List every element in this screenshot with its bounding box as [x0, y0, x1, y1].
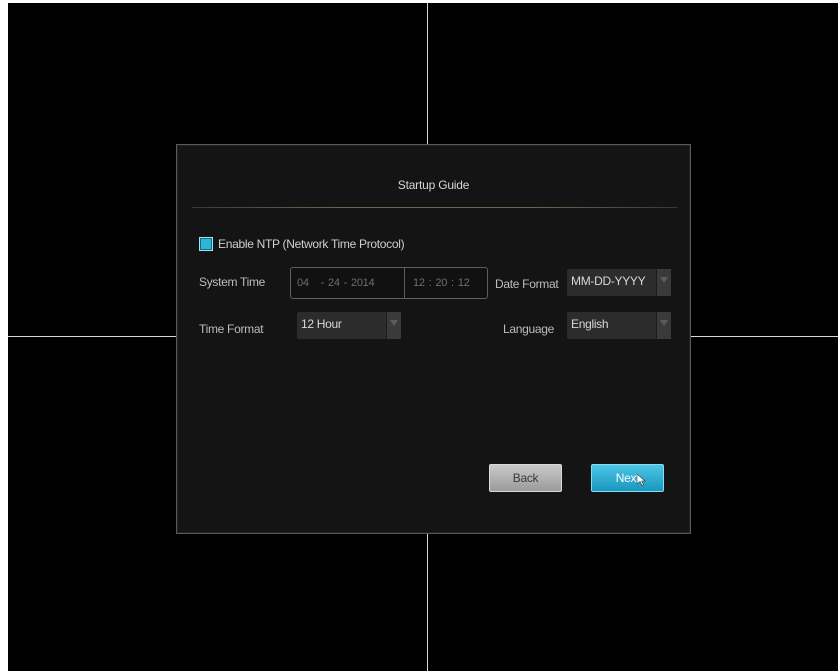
chevron-down-icon[interactable]	[656, 312, 671, 339]
startup-guide-dialog: Startup Guide Enable NTP (Network Time P…	[176, 144, 691, 534]
checkbox-checked-icon[interactable]	[199, 237, 213, 251]
month-value[interactable]: 04	[297, 277, 309, 289]
ntp-option[interactable]: Enable NTP (Network Time Protocol)	[199, 237, 405, 251]
date-input[interactable]: 04 - 24 - 2014	[291, 268, 405, 298]
system-time-label: System Time	[199, 275, 266, 289]
chevron-down-icon[interactable]	[386, 312, 401, 339]
system-time-field[interactable]: 04 - 24 - 2014 12 : 20 : 12	[290, 267, 488, 299]
next-button-label: Next	[615, 471, 640, 485]
time-separator: :	[451, 277, 454, 289]
chevron-down-icon[interactable]	[656, 269, 671, 296]
minute-value[interactable]: 20	[435, 277, 447, 289]
year-value[interactable]: 2014	[351, 277, 375, 289]
day-value[interactable]: 24	[328, 277, 340, 289]
time-format-select[interactable]: 12 Hour	[297, 312, 401, 339]
video-screen: Startup Guide Enable NTP (Network Time P…	[8, 3, 838, 671]
language-select[interactable]: English	[567, 312, 671, 339]
time-format-value: 12 Hour	[301, 317, 342, 331]
mouse-pointer-icon	[637, 474, 646, 486]
title-divider	[192, 207, 677, 208]
date-separator: -	[343, 277, 348, 289]
hour-value[interactable]: 12	[413, 277, 425, 289]
date-separator: -	[320, 277, 325, 289]
date-format-select[interactable]: MM-DD-YYYY	[567, 269, 671, 296]
time-separator: :	[428, 277, 432, 289]
time-input[interactable]: 12 : 20 : 12	[405, 277, 470, 289]
language-label: Language	[503, 322, 554, 336]
second-value[interactable]: 12	[458, 277, 470, 289]
time-format-label: Time Format	[199, 322, 264, 336]
date-format-value: MM-DD-YYYY	[571, 274, 646, 288]
date-format-label: Date Format	[495, 277, 559, 291]
back-button[interactable]: Back	[489, 464, 562, 492]
language-value: English	[571, 317, 609, 331]
ntp-label: Enable NTP (Network Time Protocol)	[218, 237, 405, 251]
next-button[interactable]: Next	[591, 464, 664, 492]
dialog-title: Startup Guide	[397, 178, 470, 192]
